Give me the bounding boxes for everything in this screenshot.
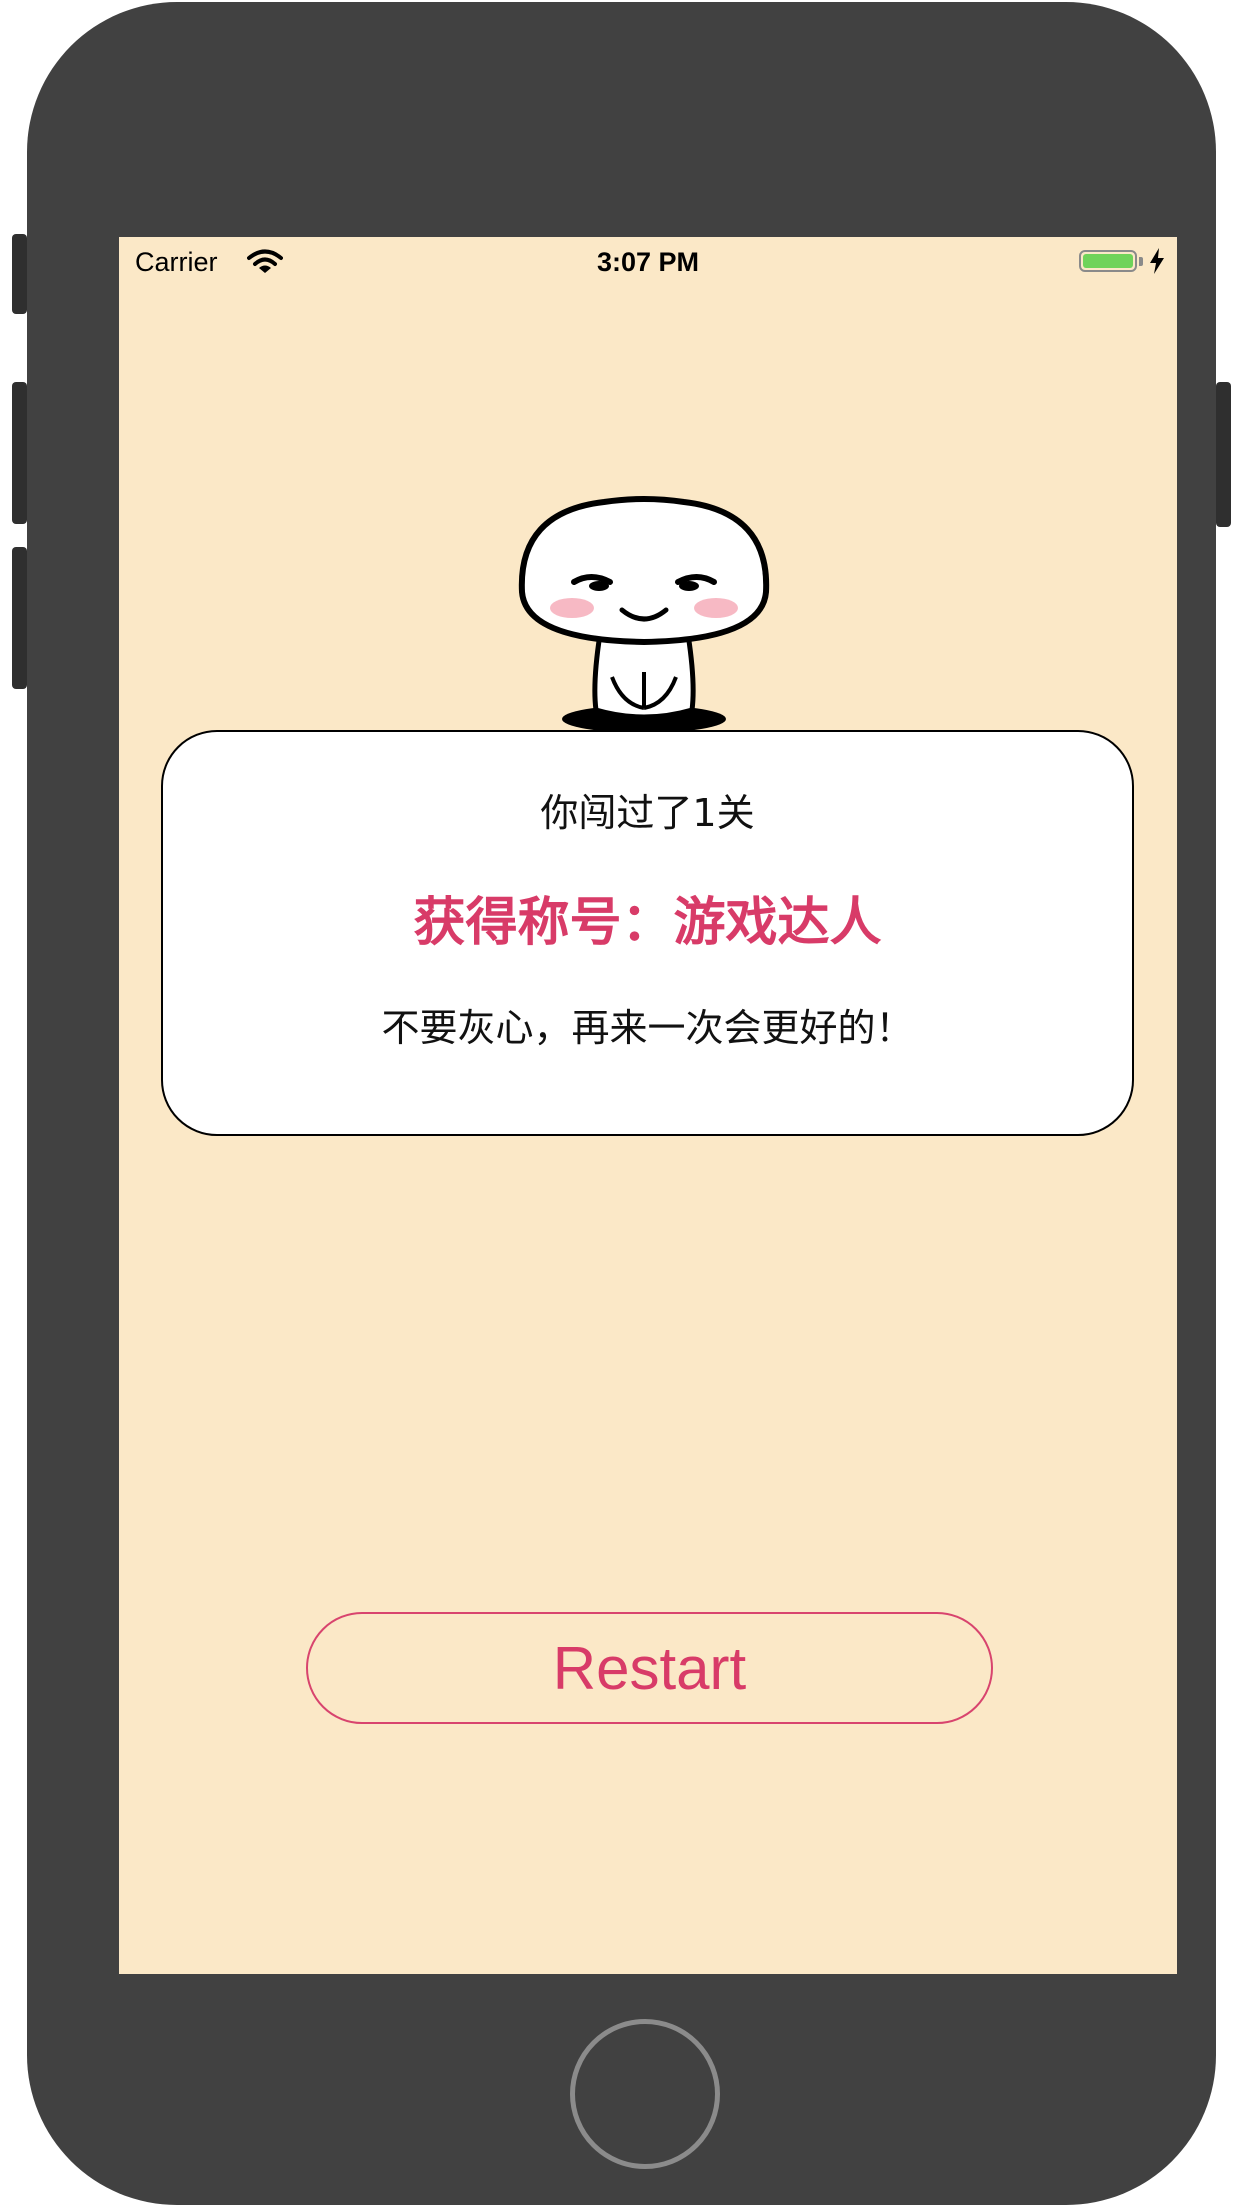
earned-title-text: 获得称号：游戏达人 xyxy=(413,893,882,953)
home-button[interactable] xyxy=(570,2019,720,2169)
mute-switch xyxy=(12,234,27,314)
battery-tip xyxy=(1139,257,1143,266)
levels-passed-text: 你闯过了1关 xyxy=(540,791,755,835)
status-bar: Carrier 3:07 PM xyxy=(119,237,1177,289)
volume-up-button xyxy=(12,382,27,524)
clock-time: 3:07 PM xyxy=(596,247,700,277)
device-frame: Carrier 3:07 PM 你闯过了1关 获得称号：游戏达人 不要灰心，再来… xyxy=(12,2,1231,2205)
charging-bolt-icon xyxy=(1150,248,1164,274)
power-button xyxy=(1216,382,1231,527)
restart-button[interactable]: Restart xyxy=(306,1612,993,1724)
encouragement-text: 不要灰心，再来一次会更好的！ xyxy=(381,1006,914,1050)
result-card: 你闯过了1关 获得称号：游戏达人 不要灰心，再来一次会更好的！ xyxy=(161,730,1134,1136)
app-screen: Carrier 3:07 PM 你闯过了1关 获得称号：游戏达人 不要灰心，再来… xyxy=(119,237,1177,1974)
volume-down-button xyxy=(12,547,27,689)
battery-icon xyxy=(1079,250,1137,272)
mascot-image xyxy=(518,496,770,733)
battery-level xyxy=(1083,254,1133,268)
